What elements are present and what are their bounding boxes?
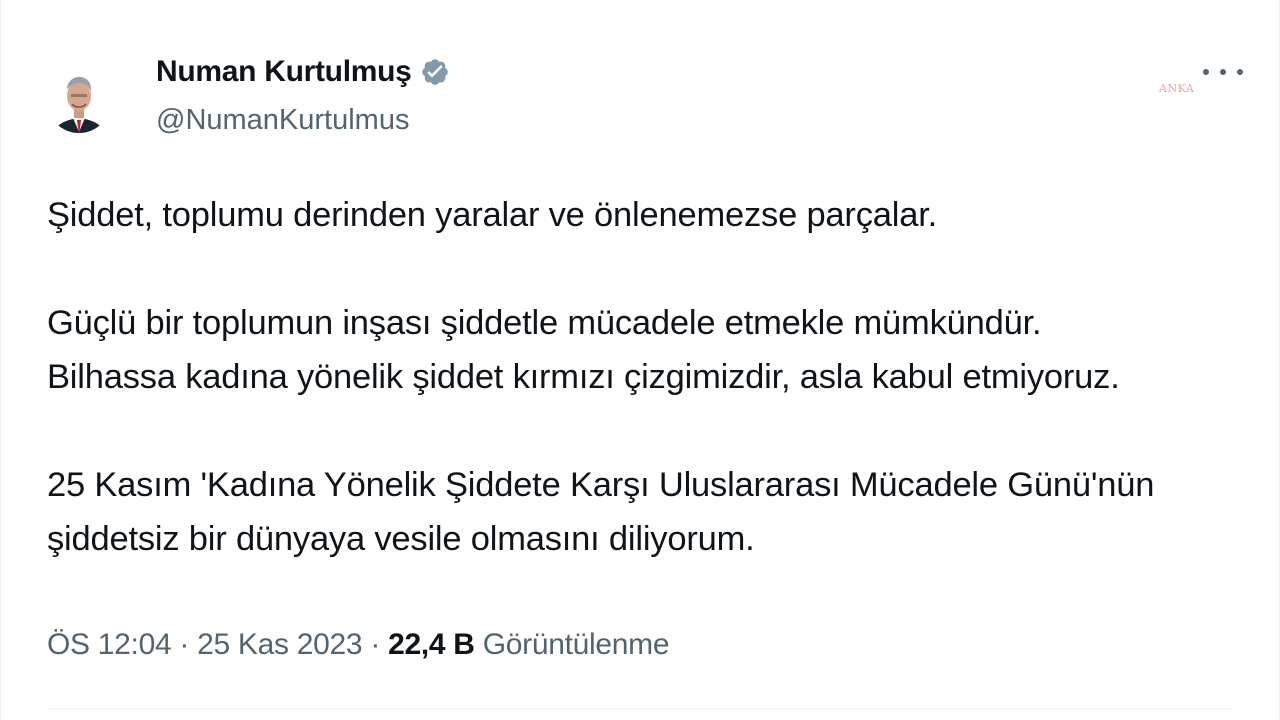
tweet-line: Şiddet, toplumu derinden yaralar ve önle…: [47, 196, 937, 234]
tweet-card: Numan Kurtulmuş @NumanKurtulmus ANKA Şid…: [0, 0, 1280, 720]
author-block: Numan Kurtulmuş @NumanKurtulmus: [156, 52, 450, 137]
tweet-line: Güçlü bir toplumun inşası şiddetle mücad…: [47, 304, 1042, 342]
tweet-meta: ÖS 12:04 · 25 Kas 2023 · 22,4 B Görüntül…: [47, 628, 670, 662]
watermark-logo: ANKA: [1159, 82, 1195, 95]
meta-separator: ·: [171, 628, 198, 661]
tweet-date[interactable]: 25 Kas 2023: [197, 628, 362, 661]
more-options-icon[interactable]: [1203, 62, 1243, 82]
views-label: Görüntülenme: [482, 628, 670, 661]
author-handle[interactable]: @NumanKurtulmus: [156, 104, 450, 137]
author-name-row: Numan Kurtulmuş: [156, 52, 450, 92]
tweet-line: 25 Kasım 'Kadına Yönelik Şiddete Karşı U…: [47, 466, 1155, 504]
dot: [1203, 69, 1209, 75]
author-display-name[interactable]: Numan Kurtulmuş: [156, 55, 412, 89]
tweet-line: şiddetsiz bir dünyaya vesile olmasını di…: [47, 520, 755, 558]
meta-separator: ·: [362, 628, 389, 661]
divider: [47, 708, 1233, 709]
tweet-text: Şiddet, toplumu derinden yaralar ve önle…: [47, 188, 1247, 566]
dot: [1237, 69, 1243, 75]
author-avatar[interactable]: [47, 58, 111, 144]
profile-photo-icon: [47, 69, 111, 133]
dot: [1220, 69, 1226, 75]
verified-badge-icon[interactable]: [420, 57, 450, 87]
tweet-line: Bilhassa kadına yönelik şiddet kırmızı ç…: [47, 358, 1120, 396]
views-count[interactable]: 22,4 B: [388, 628, 475, 661]
tweet-time[interactable]: ÖS 12:04: [47, 628, 172, 661]
